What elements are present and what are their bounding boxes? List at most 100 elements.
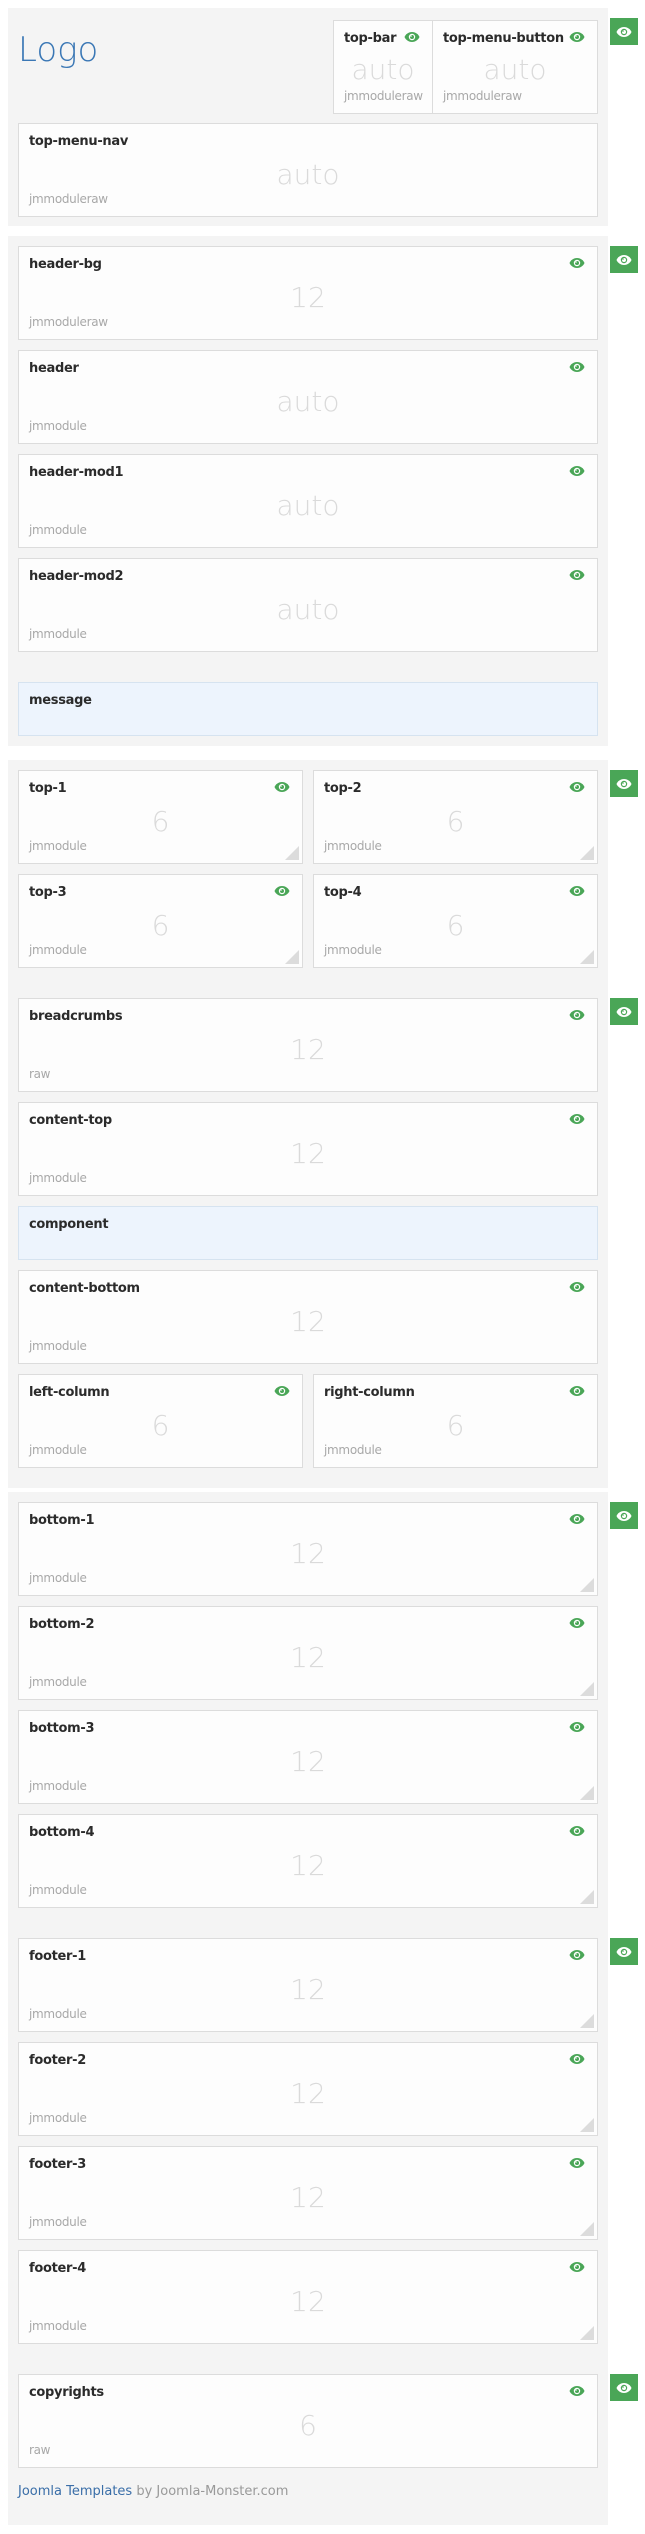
eye-icon[interactable] <box>569 569 585 581</box>
resize-handle-icon[interactable] <box>580 2118 594 2132</box>
resize-handle-icon[interactable] <box>285 950 299 964</box>
position-name: footer-1 <box>29 1949 87 1964</box>
toggle-visibility-button[interactable] <box>610 246 638 273</box>
position-size: 12 <box>290 2285 326 2318</box>
position-name: content-bottom <box>29 1281 140 1296</box>
position-size: 6 <box>151 909 170 942</box>
position-type: jmmodule <box>29 2215 87 2229</box>
module-position[interactable]: footer-1 12 jmmodule <box>18 1938 598 2032</box>
resize-handle-icon[interactable] <box>580 950 594 964</box>
resize-handle-icon[interactable] <box>580 1786 594 1800</box>
module-position-content-top[interactable]: content-top 12 jmmodule <box>18 1102 598 1196</box>
module-position[interactable]: header auto jmmodule <box>18 350 598 444</box>
module-position[interactable]: footer-4 12 jmmodule <box>18 2250 598 2344</box>
module-position-top-menu-nav[interactable]: top-menu-nav auto jmmoduleraw <box>18 123 598 217</box>
module-position-top-bar[interactable]: top-bar auto jmmoduleraw <box>333 20 433 114</box>
position-size: 12 <box>290 1973 326 2006</box>
position-type: jmmodule <box>324 1443 382 1457</box>
resize-handle-icon[interactable] <box>580 2222 594 2236</box>
eye-icon[interactable] <box>569 1385 585 1397</box>
resize-handle-icon[interactable] <box>580 1682 594 1696</box>
row: left-column 6 jmmodule right-column 6 jm… <box>18 1374 598 1468</box>
position-type: jmmodule <box>29 1443 87 1457</box>
toggle-visibility-button[interactable] <box>610 2374 638 2401</box>
module-position[interactable]: top-1 6 jmmodule <box>18 770 303 864</box>
position-type: jmmoduleraw <box>344 89 423 103</box>
eye-icon[interactable] <box>569 361 585 373</box>
module-position[interactable]: top-4 6 jmmodule <box>313 874 598 968</box>
eye-icon[interactable] <box>274 1385 290 1397</box>
eye-icon[interactable] <box>569 2261 585 2273</box>
eye-icon[interactable] <box>569 1281 585 1293</box>
toggle-visibility-button[interactable] <box>610 18 638 45</box>
position-size: 6 <box>151 1409 170 1442</box>
module-position-top-menu-button[interactable]: top-menu-button auto jmmoduleraw <box>433 20 598 114</box>
position-name: top-menu-button <box>443 31 564 46</box>
resize-handle-icon[interactable] <box>580 1578 594 1592</box>
toggle-visibility-button[interactable] <box>610 1502 638 1529</box>
resize-handle-icon[interactable] <box>580 846 594 860</box>
eye-icon[interactable] <box>274 885 290 897</box>
top-bar-group: top-bar auto jmmoduleraw top-menu-button… <box>333 20 598 114</box>
position-name: bottom-4 <box>29 1825 95 1840</box>
eye-icon[interactable] <box>569 2053 585 2065</box>
eye-icon[interactable] <box>569 1617 585 1629</box>
module-position[interactable]: header-mod2 auto jmmodule <box>18 558 598 652</box>
module-position[interactable]: top-2 6 jmmodule <box>313 770 598 864</box>
joomla-templates-link[interactable]: Joomla Templates <box>18 2484 132 2499</box>
position-size: 12 <box>290 281 326 314</box>
module-position[interactable]: bottom-1 12 jmmodule <box>18 1502 598 1596</box>
position-name: bottom-1 <box>29 1513 95 1528</box>
module-position-left-column[interactable]: left-column 6 jmmodule <box>18 1374 303 1468</box>
module-position[interactable]: bottom-3 12 jmmodule <box>18 1710 598 1804</box>
position-type: jmmodule <box>29 1883 87 1897</box>
position-size: auto <box>483 53 547 86</box>
eye-icon[interactable] <box>569 257 585 269</box>
eye-icon[interactable] <box>569 465 585 477</box>
eye-icon[interactable] <box>569 1949 585 1961</box>
resize-handle-icon[interactable] <box>285 846 299 860</box>
eye-icon[interactable] <box>569 781 585 793</box>
module-position-content-bottom[interactable]: content-bottom 12 jmmodule <box>18 1270 598 1364</box>
position-type: jmmodule <box>29 2007 87 2021</box>
eye-icon[interactable] <box>569 1825 585 1837</box>
eye-icon[interactable] <box>569 1513 585 1525</box>
toggle-visibility-button[interactable] <box>610 1938 638 1965</box>
eye-icon[interactable] <box>569 2157 585 2169</box>
eye-icon[interactable] <box>569 885 585 897</box>
toggle-visibility-button[interactable] <box>610 998 638 1025</box>
eye-icon[interactable] <box>569 2385 585 2397</box>
eye-icon <box>616 2382 632 2393</box>
module-position[interactable]: footer-2 12 jmmodule <box>18 2042 598 2136</box>
module-position[interactable]: top-3 6 jmmodule <box>18 874 303 968</box>
position-type: jmmodule <box>29 2111 87 2125</box>
position-type: raw <box>29 1067 51 1081</box>
position-size: 12 <box>290 1305 326 1338</box>
position-size: auto <box>351 53 415 86</box>
eye-icon <box>616 254 632 265</box>
eye-icon[interactable] <box>569 1721 585 1733</box>
module-position-copyrights[interactable]: copyrights 6 raw <box>18 2374 598 2468</box>
eye-icon[interactable] <box>569 1113 585 1125</box>
module-position-right-column[interactable]: right-column 6 jmmodule <box>313 1374 598 1468</box>
panel-message: message <box>8 672 608 746</box>
position-name: component <box>29 1217 109 1232</box>
panel-top-bar: Logo top-bar auto jmmoduleraw top-menu-b… <box>8 8 638 226</box>
module-position[interactable]: header-mod1 auto jmmodule <box>18 454 598 548</box>
logo: Logo <box>18 30 99 70</box>
eye-icon[interactable] <box>569 1009 585 1021</box>
position-name: header-mod2 <box>29 569 124 584</box>
position-size: 6 <box>446 1409 465 1442</box>
eye-icon[interactable] <box>569 31 585 43</box>
toggle-visibility-button[interactable] <box>610 770 638 797</box>
module-position[interactable]: bottom-4 12 jmmodule <box>18 1814 598 1908</box>
eye-icon[interactable] <box>274 781 290 793</box>
eye-icon[interactable] <box>404 31 420 43</box>
resize-handle-icon[interactable] <box>580 1890 594 1904</box>
resize-handle-icon[interactable] <box>580 2326 594 2340</box>
module-position[interactable]: header-bg 12 jmmoduleraw <box>18 246 598 340</box>
module-position[interactable]: footer-3 12 jmmodule <box>18 2146 598 2240</box>
module-position[interactable]: bottom-2 12 jmmodule <box>18 1606 598 1700</box>
resize-handle-icon[interactable] <box>580 2014 594 2028</box>
module-position-breadcrumbs[interactable]: breadcrumbs 12 raw <box>18 998 598 1092</box>
